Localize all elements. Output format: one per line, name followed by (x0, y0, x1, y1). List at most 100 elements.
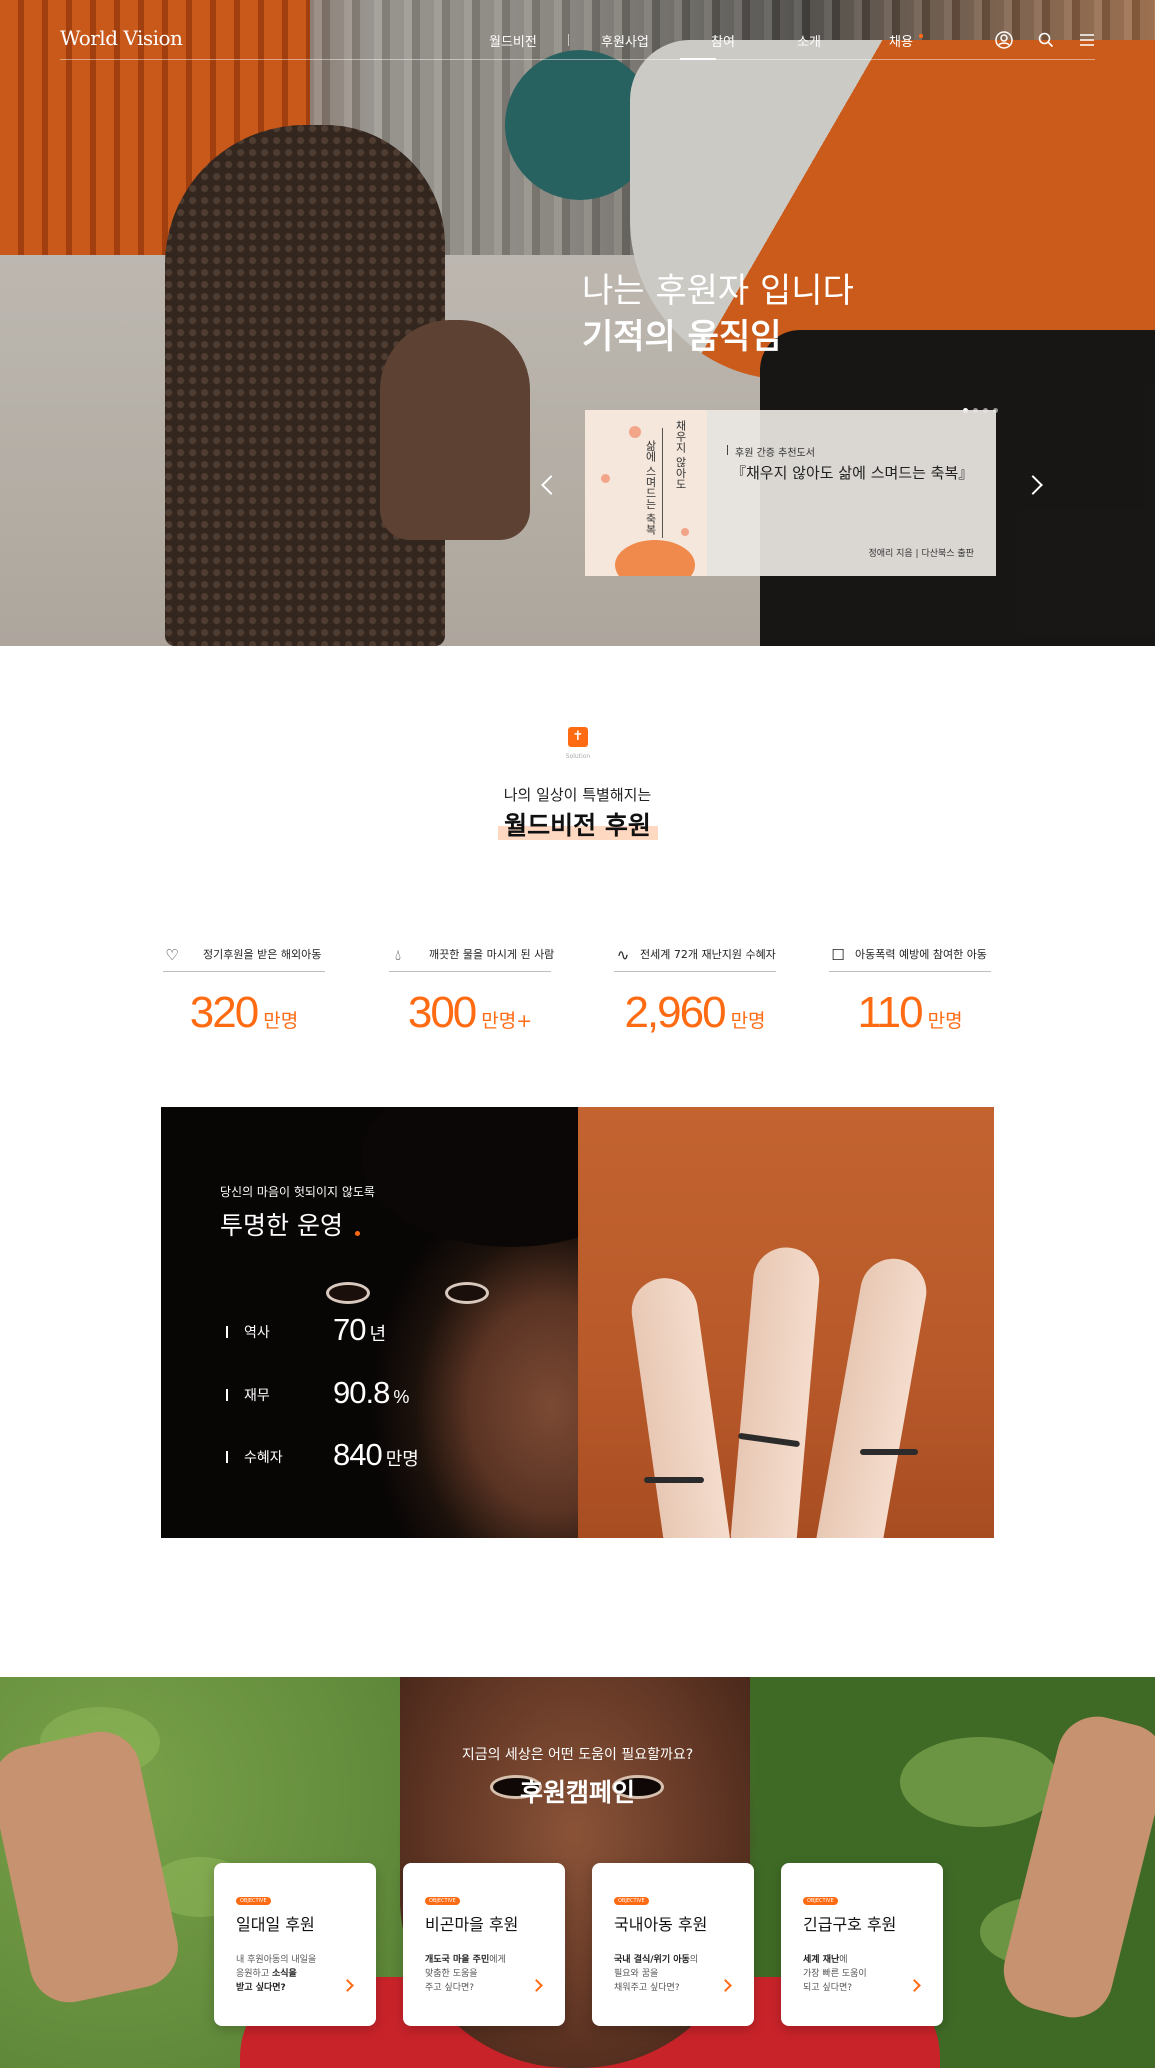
book-title: 『채우지 않아도 삶에 스며드는 축복』 (731, 464, 974, 482)
stat-label: 전세계 72개 재난지원 수혜자 (640, 948, 776, 961)
card-badge: OBJECTIVE (425, 1897, 460, 1905)
nav-item-sponsorship[interactable]: 후원사업 (601, 31, 649, 50)
row-label: 수혜자 (244, 1450, 283, 1466)
transparency-title: 투명한 운영 (220, 1211, 343, 1240)
desc-bold: 받고 싶다면? (236, 1983, 286, 1993)
transparency-photo-hands (578, 1107, 994, 1538)
user-icon[interactable] (994, 30, 1014, 50)
book-tag: 후원 간증 추천도서 (727, 444, 815, 459)
stat-divider (829, 971, 991, 972)
campaign-title: 후원캠페인 (519, 1778, 635, 1807)
book-cover-shape (615, 540, 695, 576)
stat-divider (389, 971, 551, 972)
row-value: 70 (333, 1312, 366, 1347)
book-cover-title-2: 삶에 스며드는 축복 (644, 440, 657, 535)
desc-text: 에게 (489, 1955, 506, 1965)
new-badge-dot (919, 34, 923, 38)
accent-dot (355, 1231, 360, 1236)
flower-decoration (681, 528, 689, 536)
stat-value: 2,960 (624, 988, 726, 1037)
card-title: 국내아동 후원 (614, 1915, 708, 1934)
desc-text: 가장 빠른 도움이 (803, 1969, 867, 1979)
desc-bold: 소식을 (271, 1969, 297, 1979)
stat-value: 300 (407, 988, 477, 1037)
desc-text: 주고 싶다면? (425, 1983, 475, 1993)
transparency-row: 수혜자 840 만명 (226, 1437, 546, 1477)
hero-banner: 나는 후원자 입니다 기적의 움직임 채우지 않아도 삶에 스며드는 축복 후원… (0, 0, 1155, 646)
desc-text: 에 (839, 1955, 848, 1965)
row-unit: 년 (369, 1324, 387, 1344)
card-description: 개도국 마을 주민에게 맞춤한 도움을 주고 싶다면? (425, 1953, 535, 1995)
stat-value: 110 (857, 988, 923, 1037)
stat-unit: 만명 (263, 1010, 299, 1032)
row-bar (226, 1451, 228, 1463)
book-publisher: 정애리 지음 | 다산북스 출판 (868, 549, 974, 559)
row-value: 840 (333, 1437, 383, 1472)
card-badge: OBJECTIVE (803, 1897, 838, 1905)
photo-hand (0, 1724, 186, 2010)
hero-title-line2: 기적의 움직임 (582, 317, 782, 357)
solution-subtitle: 나의 일상이 특별해지는 (503, 786, 652, 804)
logo[interactable]: World Vision (60, 26, 183, 50)
hero-title-line1: 나는 후원자 입니다 (582, 271, 854, 311)
photo-hair (361, 1107, 578, 1247)
desc-bold: 세계 재난 (803, 1955, 840, 1965)
row-bar (226, 1389, 228, 1401)
row-value: 90.8 (333, 1375, 390, 1410)
transparency-row: 재무 90.8% (226, 1375, 546, 1415)
pulse-icon: ∿ (616, 946, 630, 964)
desc-bold: 국내 결식/위기 아동 (614, 1955, 690, 1965)
photo-bracelet (860, 1449, 918, 1455)
campaign-card-domestic[interactable]: OBJECTIVE 국내아동 후원 국내 결식/위기 아동의 필요와 꿈을 채워… (592, 1863, 754, 2026)
water-drop-icon: 💧︎ (394, 946, 401, 964)
photo-arm (730, 1244, 822, 1538)
desc-text: 되고 싶다면? (803, 1983, 853, 1993)
card-title: 비곤마을 후원 (425, 1915, 519, 1934)
stat-item: ☐ 아동폭력 예방에 참여한 아동 110 만명 (829, 945, 991, 1038)
photo-eye (445, 1282, 489, 1304)
stat-divider (163, 971, 325, 972)
hamburger-menu-icon[interactable] (1077, 30, 1097, 50)
child-id-icon: ☐ (831, 946, 845, 964)
nav-item-recruit[interactable]: 채용 (889, 31, 913, 50)
stat-unit: 만명+ (481, 1010, 533, 1032)
flower-decoration (601, 474, 610, 483)
campaign-card-one-to-one[interactable]: OBJECTIVE 일대일 후원 내 후원아동의 내일을 응원하고 소식을 받고… (214, 1863, 376, 2026)
nav-item-participate[interactable]: 참여 (711, 31, 735, 50)
solution-label: Solution (565, 753, 591, 760)
campaign-card-emergency[interactable]: OBJECTIVE 긴급구호 후원 세계 재난에 가장 빠른 도움이 되고 싶다… (781, 1863, 943, 2026)
top-navigation: World Vision 월드비전 후원사업 참여 소개 채용 (0, 0, 1155, 60)
photo-arm (814, 1253, 932, 1538)
heart-hand-icon: ♡ (165, 946, 179, 964)
transparency-row: 역사 70 년 (226, 1312, 546, 1352)
nav-item-worldvision[interactable]: 월드비전 (489, 31, 537, 50)
search-icon[interactable] (1036, 30, 1056, 50)
book-cover: 채우지 않아도 삶에 스며드는 축복 (585, 410, 707, 576)
nav-item-about[interactable]: 소개 (797, 31, 821, 50)
desc-text: 의 (689, 1955, 699, 1965)
card-description: 내 후원아동의 내일을 응원하고 소식을 받고 싶다면? (236, 1953, 346, 1995)
card-title: 일대일 후원 (236, 1915, 315, 1934)
row-unit: 만명 (385, 1449, 419, 1469)
stat-label: 아동폭력 예방에 참여한 아동 (855, 948, 987, 961)
campaign-card-village[interactable]: OBJECTIVE 비곤마을 후원 개도국 마을 주민에게 맞춤한 도움을 주고… (403, 1863, 565, 2026)
cross-icon: ✝ (568, 727, 588, 747)
stat-item: 💧︎ 깨끗한 물을 마시게 된 사람 300 만명+ (389, 945, 554, 1038)
campaign-subtitle: 지금의 세상은 어떤 도움이 필요할까요? (461, 1747, 694, 1763)
book-recommendation-card[interactable]: 채우지 않아도 삶에 스며드는 축복 후원 간증 추천도서 『채우지 않아도 삶… (585, 410, 996, 576)
desc-text: 내 후원아동의 내일을 (236, 1955, 317, 1965)
desc-text: 응원하고 (236, 1969, 272, 1979)
stat-item: ♡ 정기후원을 받은 해외아동 320 만명 (163, 945, 325, 1038)
photo-arm (627, 1273, 735, 1538)
row-bar (226, 1326, 228, 1338)
photo-bracelet (644, 1477, 704, 1483)
desc-text: 필요와 꿈을 (614, 1969, 659, 1979)
card-description: 세계 재난에 가장 빠른 도움이 되고 싶다면? (803, 1953, 913, 1995)
book-cover-divider (662, 428, 663, 538)
card-title: 긴급구호 후원 (803, 1915, 897, 1934)
desc-bold: 개도국 마을 주민 (425, 1955, 490, 1965)
nav-divider-line (60, 59, 1095, 60)
stat-unit: 만명 (927, 1010, 963, 1032)
nav-separator (568, 34, 569, 46)
card-description: 국내 결식/위기 아동의 필요와 꿈을 채워주고 싶다면? (614, 1953, 724, 1995)
